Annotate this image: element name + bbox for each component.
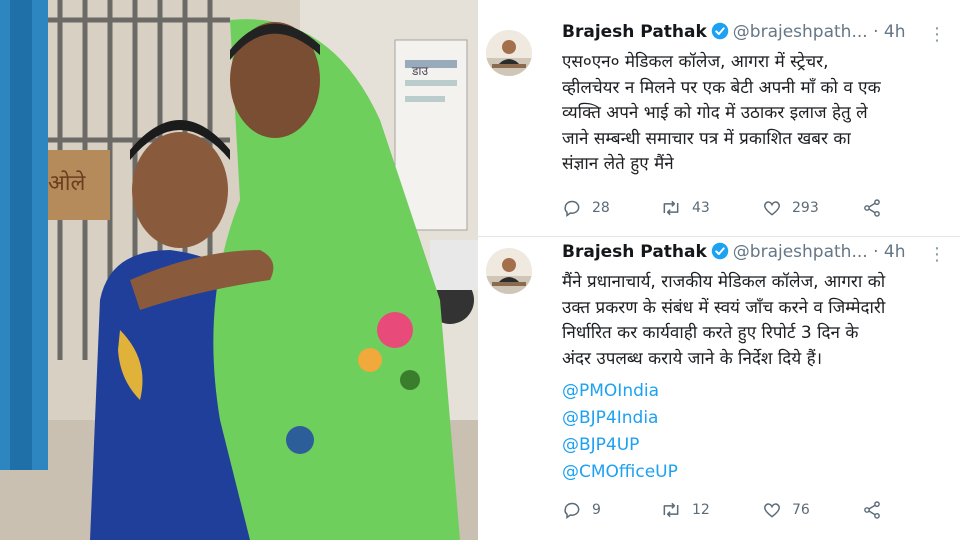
reply-button[interactable]: 9 (562, 500, 601, 520)
tweet-card[interactable]: Brajesh Pathak @brajeshpath... · 4h ⋮ मैं… (478, 236, 960, 540)
share-button[interactable] (862, 198, 882, 218)
tweet-header: Brajesh Pathak @brajeshpath... · 4h (562, 242, 948, 268)
wall-text: ओले (48, 170, 87, 196)
retweet-button[interactable]: 43 (660, 198, 710, 218)
more-vertical-icon[interactable]: ⋮ (928, 246, 946, 264)
avatar[interactable] (486, 30, 532, 76)
heart-icon (762, 198, 782, 218)
tweet-actions: 28 43 293 (562, 198, 922, 222)
share-button[interactable] (862, 500, 882, 520)
separator-dot: · (873, 22, 879, 42)
news-photo: ओले डाउ (0, 0, 478, 540)
separator-dot: · (873, 242, 879, 262)
share-icon (862, 198, 882, 218)
mention-link-bjp4up[interactable]: @BJP4UP (562, 432, 942, 459)
author-handle[interactable]: @brajeshpath... (733, 242, 868, 262)
like-button[interactable]: 76 (762, 500, 810, 520)
retweet-icon (660, 198, 682, 218)
mention-link-pmoindia[interactable]: @PMOIndia (562, 378, 942, 405)
notice-text: डाउ (411, 64, 429, 78)
heart-icon (762, 500, 782, 520)
tweet-text-line: संज्ञान लेते हुए मैंने (562, 154, 674, 174)
reply-count: 9 (592, 502, 601, 518)
tweet-time[interactable]: 4h (884, 22, 906, 42)
tweet-text-line: व्यक्ति अपने भाई को गोद में उठाकर इलाज ह… (562, 103, 868, 123)
more-vertical-icon[interactable]: ⋮ (928, 26, 946, 44)
tweet-actions: 9 12 76 (562, 500, 922, 524)
retweet-icon (660, 500, 682, 520)
reply-button[interactable]: 28 (562, 198, 610, 218)
mention-link-bjp4india[interactable]: @BJP4India (562, 405, 942, 432)
retweet-button[interactable]: 12 (660, 500, 710, 520)
author-name[interactable]: Brajesh Pathak (562, 22, 707, 42)
tweet-text-line: एस०एन० मेडिकल कॉलेज, आगरा में स्ट्रेचर, (562, 52, 829, 72)
reply-icon (562, 500, 582, 520)
reply-icon (562, 198, 582, 218)
photo-illustration: ओले डाउ (0, 0, 478, 540)
retweet-count: 43 (692, 200, 710, 216)
author-handle[interactable]: @brajeshpath... (733, 22, 868, 42)
avatar[interactable] (486, 248, 532, 294)
avatar-image (486, 248, 532, 294)
tweet-text-line: निर्धारित कर कार्यवाही करते हुए रिपोर्ट … (562, 323, 859, 343)
tweet-panel: Brajesh Pathak @brajeshpath... · 4h ⋮ एस०… (478, 0, 960, 540)
tweet-card[interactable]: Brajesh Pathak @brajeshpath... · 4h ⋮ एस०… (478, 0, 960, 240)
tweet-text-line: अंदर उपलब्ध कराये जाने के निर्देश दिये ह… (562, 348, 823, 369)
like-count: 293 (792, 200, 819, 216)
tweet-text-line: उक्त प्रकरण के संबंध में स्वयं जाँच करने… (562, 297, 886, 318)
tweet-text-line: जाने सम्बन्धी समाचार पत्र में प्रकाशित ख… (562, 128, 851, 149)
tweet-text-line: व्हीलचेयर न मिलने पर एक बेटी अपनी माँ को… (562, 77, 881, 98)
share-icon (862, 500, 882, 520)
verified-badge-icon (711, 242, 729, 265)
tweet-text: मैंने प्रधानाचार्य, राजकीय मेडिकल कॉलेज,… (562, 270, 942, 486)
tweet-header: Brajesh Pathak @brajeshpath... · 4h (562, 22, 948, 48)
like-count: 76 (792, 502, 810, 518)
mention-link-cmofficeup[interactable]: @CMOfficeUP (562, 459, 942, 486)
avatar-image (486, 30, 532, 76)
reply-count: 28 (592, 200, 610, 216)
like-button[interactable]: 293 (762, 198, 819, 218)
tweet-time[interactable]: 4h (884, 242, 906, 262)
tweet-text-line: मैंने प्रधानाचार्य, राजकीय मेडिकल कॉलेज,… (562, 272, 886, 292)
author-name[interactable]: Brajesh Pathak (562, 242, 707, 262)
tweet-text: एस०एन० मेडिकल कॉलेज, आगरा में स्ट्रेचर, … (562, 50, 942, 178)
verified-badge-icon (711, 22, 729, 45)
retweet-count: 12 (692, 502, 710, 518)
